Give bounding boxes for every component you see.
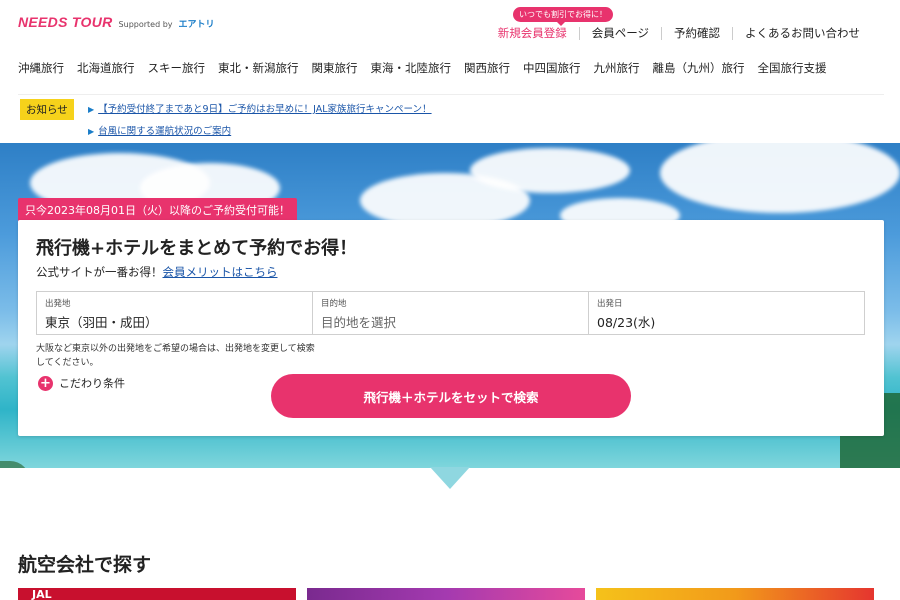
- site-logo[interactable]: NEEDS TOUR Supported by エアトリ: [18, 14, 215, 30]
- nav-item-national-support[interactable]: 全国旅行支援: [758, 60, 827, 76]
- plus-icon: +: [38, 375, 53, 391]
- notice-bar: お知らせ ▶ 【予約受付終了まであと9日】ご予約はお早めに！JAL家族旅行キャンペ…: [18, 94, 884, 140]
- options-label: こだわり条件: [59, 377, 125, 390]
- airline-banner[interactable]: [307, 588, 585, 600]
- nav-item-tohoku[interactable]: 東北・新潟旅行: [218, 60, 299, 76]
- nav-item-islands[interactable]: 離島（九州）旅行: [653, 60, 745, 76]
- airline-banner-jal[interactable]: JAL: [18, 588, 296, 600]
- hero-pointer-arrow: [430, 467, 470, 489]
- date-label: 出発日: [597, 299, 623, 309]
- promo-bubble: いつでも割引でお得に！: [513, 7, 613, 26]
- departure-field[interactable]: 出発地 東京（羽田・成田）: [37, 292, 312, 334]
- nav-item-okinawa[interactable]: 沖縄旅行: [18, 60, 64, 76]
- island-shape: [0, 461, 30, 468]
- airline-banner[interactable]: [596, 588, 874, 600]
- notice-link-typhoon[interactable]: ▶ 台風に関する運航状況のご案内: [88, 123, 432, 137]
- triangle-right-icon: ▶: [88, 127, 95, 136]
- notice-label: お知らせ: [20, 99, 74, 120]
- triangle-right-icon: ▶: [88, 105, 95, 114]
- departure-date-field[interactable]: 出発日 08/23(水): [588, 292, 864, 334]
- member-merit-link[interactable]: 会員メリットはこちら: [163, 265, 278, 279]
- destination-field[interactable]: 目的地 目的地を選択: [312, 292, 588, 334]
- member-page-link[interactable]: 会員ページ: [578, 27, 661, 40]
- airline-banner-text: JAL: [32, 588, 52, 600]
- nav-item-hokkaido[interactable]: 北海道旅行: [77, 60, 135, 76]
- notice-text: 台風に関する運航状況のご案内: [98, 126, 232, 137]
- notice-link-campaign[interactable]: ▶ 【予約受付終了まであと9日】ご予約はお早めに！JAL家族旅行キャンペーン！: [88, 101, 432, 115]
- logo-supported-by: Supported by: [118, 20, 173, 29]
- search-subtitle: 公式サイトが一番お得！会員メリットはこちら: [36, 264, 278, 280]
- nav-item-kansai[interactable]: 関西旅行: [464, 60, 510, 76]
- header-links: 新規会員登録 会員ページ 予約確認 よくあるお問い合わせ: [486, 27, 872, 40]
- nav-item-ski[interactable]: スキー旅行: [148, 60, 206, 76]
- destination-label: 目的地: [321, 299, 347, 309]
- departure-label: 出発地: [45, 299, 71, 309]
- reservation-check-link[interactable]: 予約確認: [661, 27, 732, 40]
- search-title: 飛行機+ホテルをまとめて予約でお得！: [36, 238, 358, 259]
- main-nav: 沖縄旅行 北海道旅行 スキー旅行 東北・新潟旅行 関東旅行 東海・北陸旅行 関西…: [18, 60, 840, 76]
- airline-section-title: 航空会社で探す: [18, 554, 152, 576]
- register-link[interactable]: 新規会員登録: [486, 27, 579, 40]
- notice-list: ▶ 【予約受付終了まであと9日】ご予約はお早めに！JAL家族旅行キャンペーン！ ▶…: [88, 101, 432, 145]
- nav-item-kyushu[interactable]: 九州旅行: [594, 60, 640, 76]
- site-header: NEEDS TOUR Supported by エアトリ いつでも割引でお得に！…: [0, 0, 900, 52]
- options-toggle[interactable]: + こだわり条件: [38, 375, 125, 391]
- departure-note: 大阪など東京以外の出発地をご希望の場合は、出発地を変更して検索してください。: [36, 344, 315, 368]
- date-value: 08/23(水): [597, 315, 656, 330]
- search-button[interactable]: 飛行機＋ホテルをセットで検索: [271, 374, 631, 418]
- nav-item-chushikoku[interactable]: 中四国旅行: [523, 60, 581, 76]
- logo-text: NEEDS TOUR: [18, 14, 113, 30]
- search-card: 飛行機+ホテルをまとめて予約でお得！ 公式サイトが一番お得！会員メリットはこちら…: [18, 220, 884, 436]
- nav-item-tokai[interactable]: 東海・北陸旅行: [371, 60, 452, 76]
- departure-value: 東京（羽田・成田）: [45, 315, 158, 330]
- destination-placeholder: 目的地を選択: [321, 315, 397, 330]
- nav-item-kanto[interactable]: 関東旅行: [312, 60, 358, 76]
- logo-partner: エアトリ: [178, 20, 215, 30]
- subtitle-text: 公式サイトが一番お得！: [36, 265, 163, 279]
- cloud: [660, 143, 900, 213]
- notice-text: 【予約受付終了まであと9日】ご予約はお早めに！JAL家族旅行キャンペーン！: [98, 104, 432, 115]
- search-fields: 出発地 東京（羽田・成田） 目的地 目的地を選択 出発日 08/23(水): [36, 291, 865, 335]
- booking-availability-badge: 只今2023年08月01日（火）以降のご予約受付可能！: [18, 198, 297, 222]
- faq-link[interactable]: よくあるお問い合わせ: [732, 27, 872, 40]
- cloud: [470, 148, 630, 193]
